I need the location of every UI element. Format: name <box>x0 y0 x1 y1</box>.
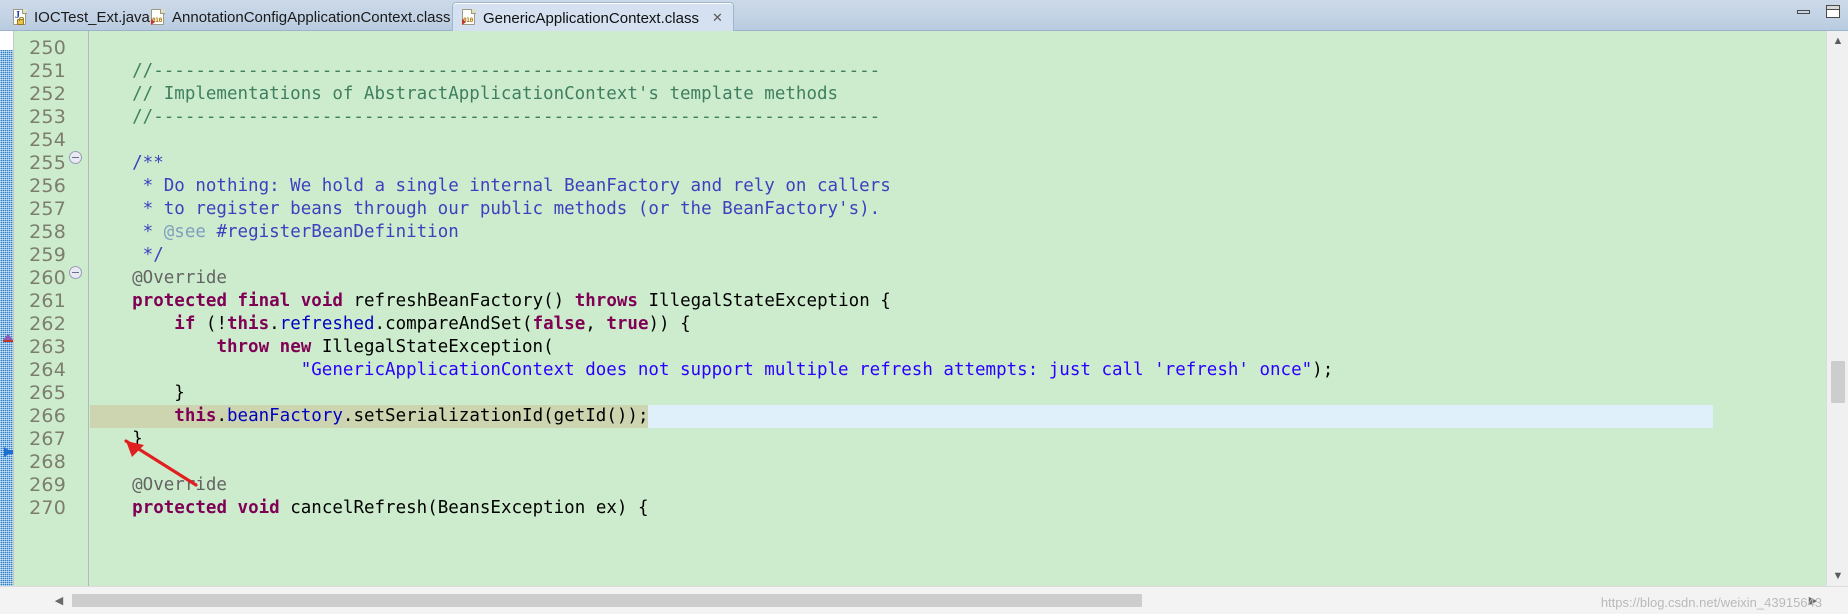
java-file-icon: J <box>13 8 27 25</box>
changed-lines-indicator <box>0 50 13 586</box>
watermark-text: https://blog.csdn.net/weixin_43915643 <box>1600 595 1822 610</box>
code-line[interactable]: //--------------------------------------… <box>90 106 880 129</box>
horizontal-scrollbar[interactable]: ◀ ▶ https://blog.csdn.net/weixin_4391564… <box>0 586 1848 614</box>
line-number: 254 <box>29 129 66 151</box>
line-number: 262 <box>29 313 66 335</box>
minimize-icon[interactable] <box>1797 9 1810 14</box>
eclipse-editor-window: J IOCTest_Ext.java 010 AnnotationConfigA… <box>0 0 1848 614</box>
line-number: 260 <box>29 267 66 289</box>
window-controls <box>1797 5 1840 18</box>
line-number: 266 <box>29 405 66 427</box>
code-line[interactable]: protected void cancelRefresh(BeansExcept… <box>90 497 648 520</box>
code-line[interactable]: this.beanFactory.setSerializationId(getI… <box>90 405 648 428</box>
class-file-icon: 010 <box>462 9 476 25</box>
code-folding-column[interactable] <box>66 31 88 586</box>
tab-annotationconfigapplicationcontext-class[interactable]: 010 AnnotationConfigApplicationContext.c… <box>142 2 462 31</box>
line-number: 257 <box>29 198 66 220</box>
vertical-scrollbar[interactable]: ▲ ▼ <box>1826 31 1848 586</box>
change-ruler[interactable] <box>0 31 14 586</box>
line-number: 261 <box>29 290 66 312</box>
code-line[interactable]: */ <box>90 244 164 267</box>
close-icon[interactable]: ✕ <box>712 10 723 26</box>
code-line[interactable]: } <box>90 428 143 451</box>
code-text-surface[interactable]: //--------------------------------------… <box>90 31 1803 586</box>
line-number: 265 <box>29 382 66 404</box>
fold-marker-icon[interactable] <box>69 266 82 279</box>
code-line[interactable]: * to register beans through our public m… <box>90 198 881 221</box>
line-number: 269 <box>29 474 66 496</box>
line-number: 255 <box>29 152 66 174</box>
scroll-left-icon[interactable]: ◀ <box>48 587 70 614</box>
line-number: 252 <box>29 83 66 105</box>
line-number: 256 <box>29 175 66 197</box>
code-line[interactable]: * @see #registerBeanDefinition <box>90 221 459 244</box>
scroll-up-icon[interactable]: ▲ <box>1827 31 1848 51</box>
line-number: 268 <box>29 451 66 473</box>
code-line[interactable]: } <box>90 382 185 405</box>
tab-genericapplicationcontext-class[interactable]: 010 GenericApplicationContext.class ✕ <box>452 2 734 31</box>
tab-label: AnnotationConfigApplicationContext.class <box>172 9 451 26</box>
code-line[interactable]: @Override <box>90 474 227 497</box>
code-line[interactable]: * Do nothing: We hold a single internal … <box>90 175 891 198</box>
code-line[interactable]: /** <box>90 152 164 175</box>
horizontal-scrollbar-thumb[interactable] <box>72 594 1142 607</box>
code-line[interactable]: //--------------------------------------… <box>90 60 880 83</box>
code-line[interactable]: "GenericApplicationContext does not supp… <box>90 359 1334 382</box>
tab-label: IOCTest_Ext.java <box>34 9 150 26</box>
line-number: 264 <box>29 359 66 381</box>
editor-tab-bar: J IOCTest_Ext.java 010 AnnotationConfigA… <box>0 0 1848 31</box>
line-number: 263 <box>29 336 66 358</box>
tab-label: GenericApplicationContext.class <box>483 9 699 27</box>
vertical-scrollbar-thumb[interactable] <box>1831 361 1845 403</box>
code-line[interactable]: @Override <box>90 267 227 290</box>
line-number: 259 <box>29 244 66 266</box>
line-number: 267 <box>29 428 66 450</box>
fold-marker-icon[interactable] <box>69 151 82 164</box>
line-number: 250 <box>29 37 66 59</box>
line-number: 253 <box>29 106 66 128</box>
code-editor-area[interactable]: 250 251 252 253 254 255 256 257 258 259 260 261 262 2… <box>0 31 1848 586</box>
class-file-icon: 010 <box>151 8 165 25</box>
scroll-down-icon[interactable]: ▼ <box>1827 566 1848 586</box>
maximize-icon[interactable] <box>1826 5 1840 18</box>
tab-ioctest-ext-java[interactable]: J IOCTest_Ext.java <box>4 2 161 31</box>
code-line[interactable]: throw new IllegalStateException( <box>90 336 553 359</box>
code-line[interactable]: if (!this.refreshed.compareAndSet(false,… <box>90 313 690 336</box>
line-number: 258 <box>29 221 66 243</box>
step-marker-icon[interactable] <box>1 445 14 459</box>
line-number: 251 <box>29 60 66 82</box>
line-number: 270 <box>29 497 66 519</box>
code-line[interactable]: // Implementations of AbstractApplicatio… <box>90 83 838 106</box>
override-marker-icon[interactable] <box>1 330 14 344</box>
code-line[interactable]: protected final void refreshBeanFactory(… <box>90 290 891 313</box>
